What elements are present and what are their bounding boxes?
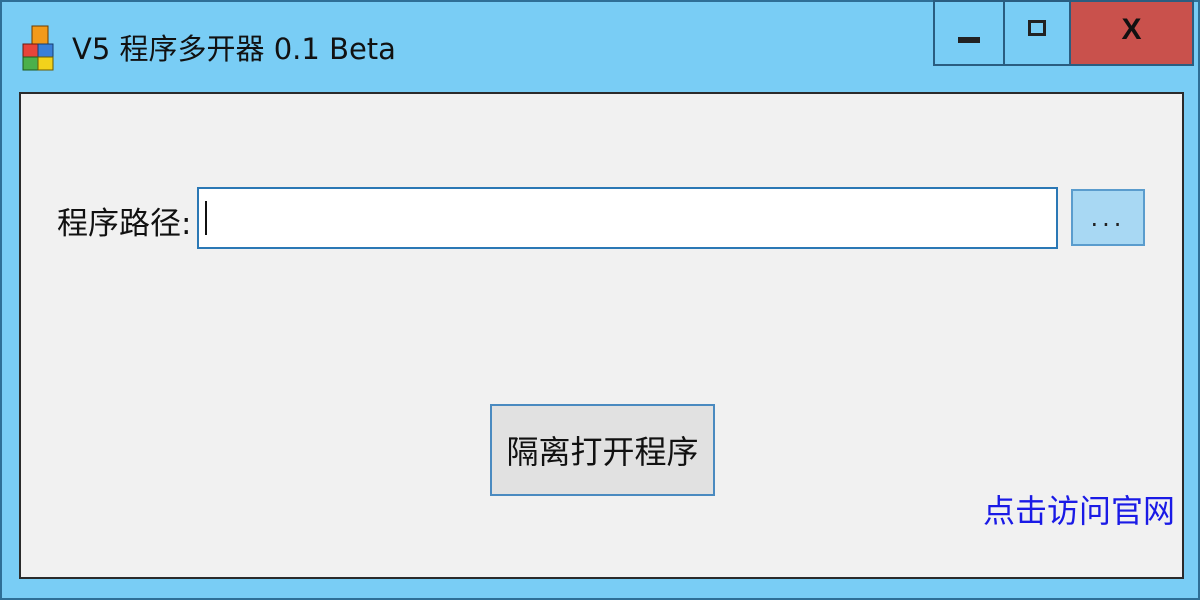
maximize-button[interactable] (1003, 0, 1071, 66)
browse-button[interactable]: ... (1071, 189, 1145, 246)
path-label: 程序路径: (57, 206, 192, 242)
website-link[interactable]: 点击访问官网 (983, 486, 1175, 532)
isolated-open-button[interactable]: 隔离打开程序 (490, 404, 715, 496)
title-bar[interactable]: V5 程序多开器 0.1 Beta X (2, 0, 1198, 90)
minimize-icon (958, 37, 980, 43)
maximize-icon (1028, 20, 1046, 36)
window-title: V5 程序多开器 0.1 Beta (72, 32, 396, 66)
text-caret (205, 201, 207, 235)
app-window: V5 程序多开器 0.1 Beta X 程序路径: ... 隔离打开程序 点击访… (0, 0, 1200, 600)
minimize-button[interactable] (933, 0, 1005, 66)
path-input[interactable] (197, 187, 1058, 249)
app-blocks-icon (22, 25, 54, 71)
close-icon: X (1121, 13, 1142, 46)
close-button[interactable]: X (1069, 0, 1194, 66)
client-area: 程序路径: ... 隔离打开程序 点击访问官网 (19, 92, 1184, 579)
